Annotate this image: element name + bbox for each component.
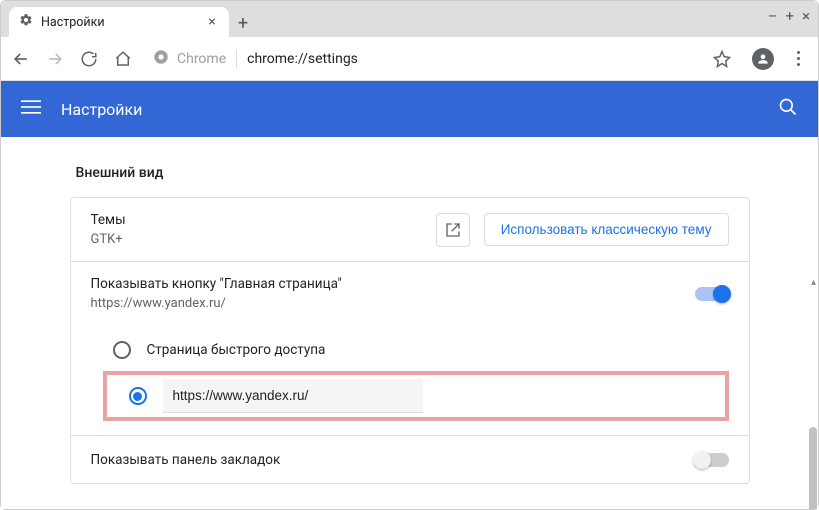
back-button[interactable] xyxy=(11,49,31,69)
new-tab-button[interactable]: + xyxy=(229,9,257,37)
content-area: Внешний вид Темы GTK+ Использовать класс… xyxy=(1,137,818,509)
radio-new-tab-row: Страница быстрого доступа xyxy=(107,329,729,371)
scrollbar-thumb[interactable] xyxy=(809,427,817,509)
gear-icon xyxy=(19,13,33,31)
themes-sub: GTK+ xyxy=(91,232,422,247)
minimize-button[interactable]: – xyxy=(768,7,778,25)
radio-new-tab-label: Страница быстрого доступа xyxy=(147,342,326,358)
chrome-icon xyxy=(153,49,169,69)
highlighted-custom-url-row xyxy=(103,371,729,421)
profile-avatar[interactable] xyxy=(752,48,774,70)
show-home-sub: https://www.yandex.ru/ xyxy=(91,296,695,311)
window-titlebar: Настройки × + – + × xyxy=(1,1,818,37)
themes-row: Темы GTK+ Использовать классическую тему xyxy=(71,198,749,261)
home-button[interactable] xyxy=(113,49,133,69)
window-controls: – + × xyxy=(768,7,810,25)
close-icon[interactable]: × xyxy=(205,15,219,29)
radio-custom-url[interactable] xyxy=(129,387,147,405)
show-bookmarks-label: Показывать панель закладок xyxy=(91,452,695,468)
appearance-card: Темы GTK+ Использовать классическую тему… xyxy=(70,197,750,484)
maximize-button[interactable]: + xyxy=(785,7,794,25)
browser-menu-button[interactable] xyxy=(788,49,808,69)
open-external-icon[interactable] xyxy=(436,213,470,247)
show-bookmarks-toggle[interactable] xyxy=(695,453,729,467)
search-icon[interactable] xyxy=(778,97,798,121)
themes-label: Темы xyxy=(91,212,422,228)
show-bookmarks-bar-row: Показывать панель закладок xyxy=(71,435,749,483)
show-home-button-row: Показывать кнопку "Главная страница" htt… xyxy=(71,261,749,325)
home-page-options: Страница быстрого доступа xyxy=(71,325,749,435)
show-home-toggle[interactable] xyxy=(695,287,729,301)
reload-button[interactable] xyxy=(79,49,99,69)
tab-title: Настройки xyxy=(41,15,197,30)
window-close-button[interactable]: × xyxy=(802,7,810,25)
section-title: Внешний вид xyxy=(76,165,750,181)
custom-url-input[interactable] xyxy=(163,379,423,413)
bookmark-star-icon[interactable] xyxy=(712,49,732,69)
forward-button[interactable] xyxy=(45,49,65,69)
show-home-label: Показывать кнопку "Главная страница" xyxy=(91,276,695,292)
menu-icon[interactable] xyxy=(21,97,41,121)
scrollbar-up-icon[interactable]: ▴ xyxy=(811,277,816,288)
omnibox-text: Chrome chrome://settings xyxy=(177,50,358,68)
address-bar[interactable]: Chrome chrome://settings xyxy=(147,45,738,73)
browser-tab[interactable]: Настройки × xyxy=(9,7,229,37)
use-classic-theme-button[interactable]: Использовать классическую тему xyxy=(484,213,729,246)
radio-new-tab[interactable] xyxy=(113,341,131,359)
settings-title: Настройки xyxy=(61,100,758,119)
settings-header: Настройки xyxy=(1,81,818,137)
navigation-bar: Chrome chrome://settings xyxy=(1,37,818,81)
